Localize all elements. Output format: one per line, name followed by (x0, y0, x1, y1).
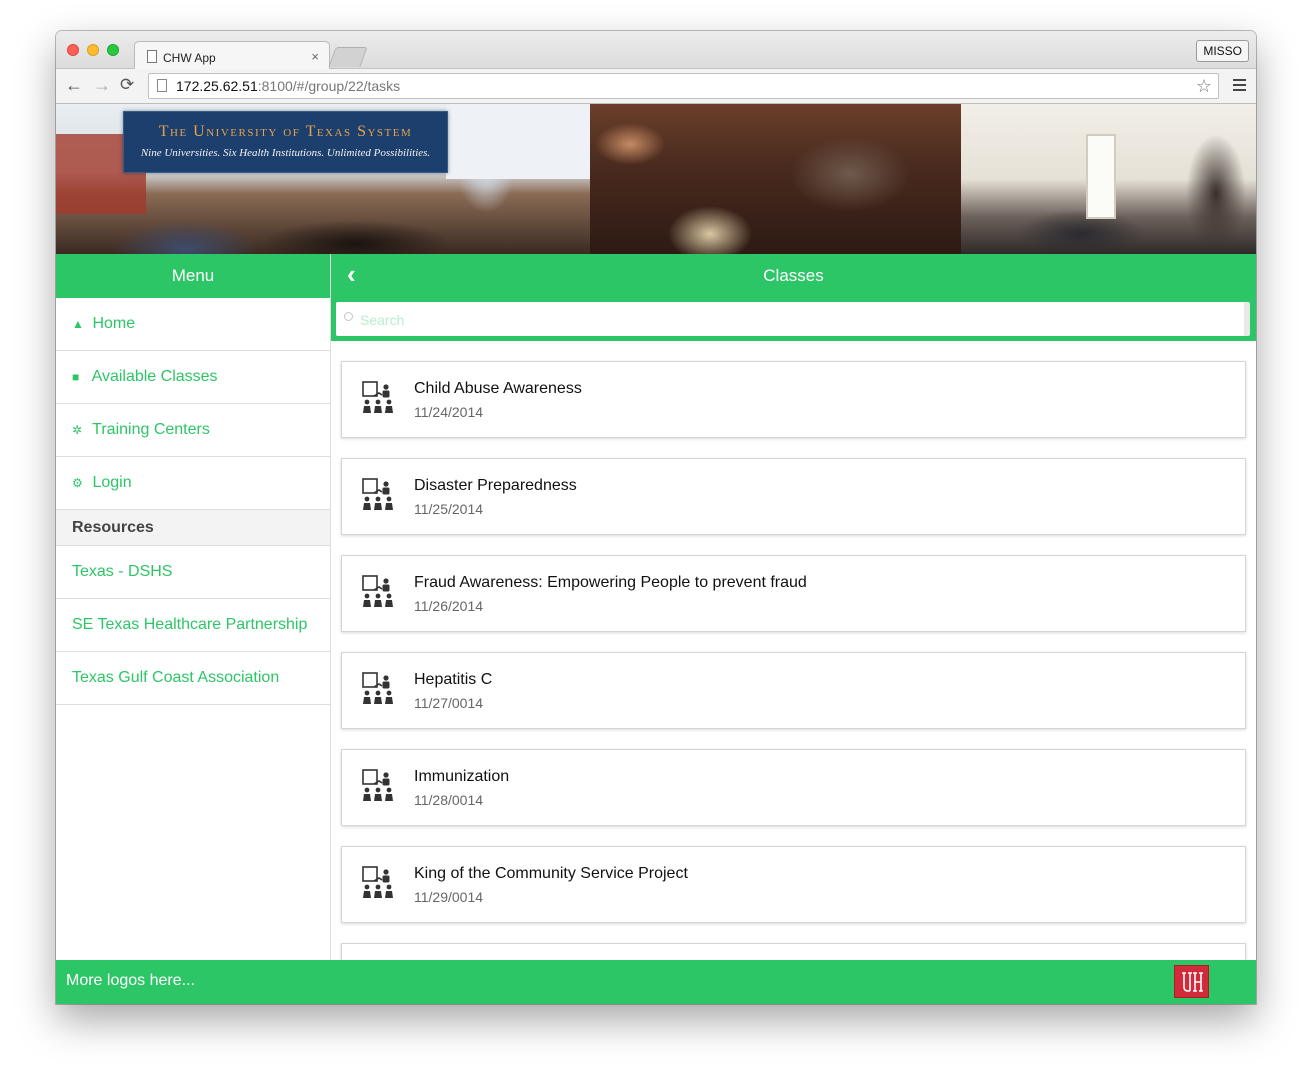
class-title: Fraud Awareness: Empowering People to pr… (414, 574, 807, 591)
back-chevron-icon[interactable]: ‹ (347, 254, 356, 294)
side-menu: Menu ▲ Home ■ Available Classes ✲ Traini… (56, 254, 331, 960)
resources-heading: Resources (56, 509, 330, 546)
page-icon (147, 50, 157, 63)
ut-system-logo: The University of Texas System Nine Univ… (123, 111, 448, 173)
home-icon: ▲ (72, 317, 84, 331)
classroom-icon (362, 381, 393, 413)
minimize-window-button[interactable] (87, 44, 99, 56)
tab-title: CHW App (163, 51, 216, 65)
classroom-icon (362, 672, 393, 704)
tab-close-icon[interactable]: × (311, 49, 319, 64)
profile-button[interactable]: MISSO (1196, 40, 1249, 62)
classes-view: ‹ Classes Child Abuse Awareness 11/24/20… (331, 254, 1256, 960)
class-card[interactable]: Disaster Preparedness 11/25/2014 (341, 458, 1246, 535)
class-card[interactable]: Hepatitis C 11/27/0014 (341, 652, 1246, 729)
class-date: 11/24/2014 (414, 404, 484, 420)
resource-link-texas-gulf-coast[interactable]: Texas Gulf Coast Association (56, 652, 330, 705)
class-title: Hepatitis C (414, 671, 493, 688)
classroom-icon (362, 866, 393, 898)
gear-icon: ⚙ (72, 476, 83, 490)
class-title: Child Abuse Awareness (414, 380, 582, 397)
browser-tab[interactable]: CHW App × (134, 41, 330, 70)
banner-photo-workshop (590, 104, 961, 254)
class-title: Immunization (414, 768, 510, 785)
classroom-icon (362, 769, 393, 801)
zoom-window-button[interactable] (107, 44, 119, 56)
search-icon (344, 312, 353, 321)
new-tab-button[interactable] (328, 47, 368, 67)
uh-logo-icon (1174, 965, 1209, 998)
address-bar[interactable]: 172.25.62.51:8100/#/group/22/tasks ☆ (148, 73, 1219, 99)
menu-item-login[interactable]: ⚙ Login (56, 457, 330, 510)
class-date: 11/27/0014 (414, 695, 484, 711)
class-card[interactable]: Immunization 11/28/0014 (341, 749, 1246, 826)
banner-photo-classroom (961, 104, 1256, 254)
menu-item-label: Training Centers (92, 421, 210, 438)
page-title: Classes (763, 266, 824, 285)
back-arrow-icon[interactable]: ← (65, 75, 83, 96)
menu-item-label: Available Classes (91, 368, 218, 385)
class-date: 11/28/0014 (414, 792, 484, 808)
class-date: 11/25/2014 (414, 501, 484, 517)
header-banner: The University of Texas System Nine Univ… (56, 104, 1256, 254)
page-info-icon[interactable] (157, 79, 167, 92)
class-card[interactable]: Fraud Awareness: Empowering People to pr… (341, 555, 1246, 632)
close-window-button[interactable] (67, 44, 79, 56)
ut-logo-tagline: Nine Universities. Six Health Institutio… (140, 147, 431, 159)
menu-title: Menu (56, 254, 330, 298)
browser-menu-icon[interactable] (1233, 79, 1246, 91)
classroom-icon (362, 575, 393, 607)
browser-window: CHW App × MISSO ← → ⟳ 172.25.62.51:8100/… (56, 31, 1256, 1004)
class-date: 11/26/2014 (414, 598, 484, 614)
url-host: 172.25.62.51 (176, 78, 258, 94)
classes-header: ‹ Classes (331, 254, 1256, 298)
class-card-partial[interactable] (341, 943, 1246, 960)
class-list: Child Abuse Awareness 11/24/2014 Disaste… (331, 341, 1256, 960)
browser-titlebar: CHW App × MISSO (56, 31, 1256, 70)
menu-item-training-centers[interactable]: ✲ Training Centers (56, 404, 330, 457)
search-input[interactable] (360, 310, 1220, 330)
class-date: 11/29/0014 (414, 889, 484, 905)
menu-item-available-classes[interactable]: ■ Available Classes (56, 351, 330, 404)
menu-item-label: Home (92, 315, 136, 332)
resource-link-texas-dshs[interactable]: Texas - DSHS (56, 546, 330, 599)
forward-arrow-icon[interactable]: → (93, 75, 111, 96)
book-icon: ■ (72, 370, 80, 384)
class-title: King of the Community Service Project (414, 865, 688, 882)
resource-link-se-texas-healthcare[interactable]: SE Texas Healthcare Partnership (56, 599, 330, 652)
reload-icon[interactable]: ⟳ (120, 75, 134, 95)
class-title: Disaster Preparedness (414, 477, 577, 494)
url-path: :8100/#/group/22/tasks (257, 78, 401, 94)
browser-toolbar: ← → ⟳ 172.25.62.51:8100/#/group/22/tasks… (56, 69, 1256, 104)
menu-item-home[interactable]: ▲ Home (56, 298, 330, 351)
class-card[interactable]: Child Abuse Awareness 11/24/2014 (341, 361, 1246, 438)
footer-text: More logos here... (66, 972, 195, 989)
ut-logo-title: The University of Texas System (158, 123, 413, 140)
search-box[interactable] (336, 302, 1250, 336)
group-icon: ✲ (72, 423, 83, 437)
footer-bar: More logos here... (56, 960, 1256, 1004)
menu-item-label: Login (92, 474, 132, 491)
classroom-icon (362, 478, 393, 510)
class-card[interactable]: King of the Community Service Project 11… (341, 846, 1246, 923)
search-bar (331, 297, 1256, 341)
bookmark-star-icon[interactable]: ☆ (1196, 74, 1212, 98)
